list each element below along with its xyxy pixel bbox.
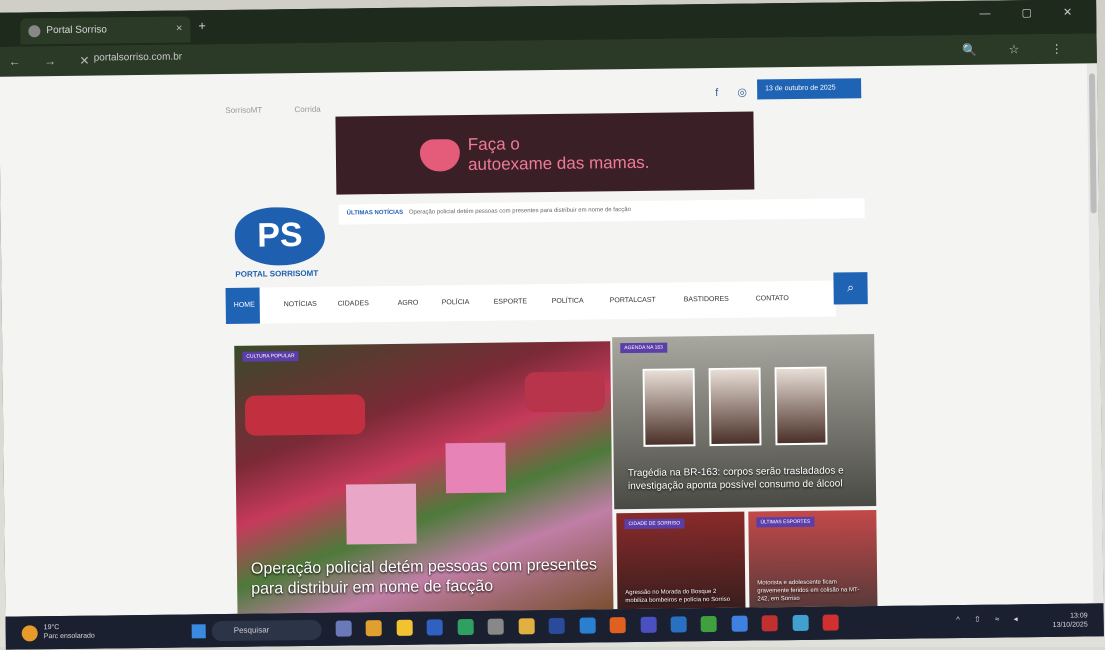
article-title[interactable]: Tragédia na BR-163: corpos serão traslad… xyxy=(628,464,868,493)
app-icon[interactable] xyxy=(640,616,657,633)
weather-widget[interactable]: 19°C Parc ensolarado xyxy=(21,623,95,642)
monitor-screen: Portal Sorriso × + — ▢ ✕ ← → ✕ portalsor… xyxy=(0,0,1104,650)
article-title[interactable]: Operação policial detém pessoas com pres… xyxy=(251,555,611,599)
app-icon[interactable] xyxy=(335,620,352,637)
date-badge: 13 de outubro de 2025 xyxy=(757,78,862,100)
search-icon: ⌕ xyxy=(847,280,855,295)
photo-shape xyxy=(524,371,606,413)
browser-tab[interactable]: Portal Sorriso × xyxy=(20,16,191,45)
app-icon[interactable] xyxy=(670,616,687,633)
ticker-label: ÚLTIMAS NOTÍCIAS xyxy=(346,209,404,217)
main-article-card[interactable]: CULTURA POPULAR Operação policial detém … xyxy=(234,341,614,614)
app-icon[interactable] xyxy=(426,619,444,636)
app-icon[interactable] xyxy=(609,617,626,634)
browser-actions[interactable]: 🔍 ☆ ⋮ xyxy=(962,42,1077,57)
article-card[interactable]: CIDADE DE SORRISO Agressão no Morada do … xyxy=(616,511,746,610)
menu-item-esporte[interactable]: ESPORTE xyxy=(494,284,528,320)
taskbar-search[interactable]: Pesquisar xyxy=(211,619,322,642)
menu-item-policia[interactable]: POLÍCIA xyxy=(442,285,470,321)
menu-item-contato[interactable]: CONTATO xyxy=(755,281,789,317)
photo-shape xyxy=(445,442,507,494)
app-icon[interactable] xyxy=(579,617,596,634)
article-tag[interactable]: AGENDA NA 163 xyxy=(620,342,667,354)
article-title[interactable]: Agressão no Morada do Bosque 2 mobiliza … xyxy=(625,588,737,605)
menu-item-bastidores[interactable]: BASTIDORES xyxy=(683,282,729,319)
ticker-text: Operação policial detém pessoas com pres… xyxy=(408,207,632,216)
weather-icon xyxy=(21,625,38,642)
taskbar-apps xyxy=(335,614,849,641)
clock-date: 13/10/2025 xyxy=(1052,621,1088,629)
portrait-photo xyxy=(774,366,828,446)
app-icon[interactable] xyxy=(731,615,748,632)
windows-start-icon[interactable] xyxy=(191,624,206,639)
app-icon[interactable] xyxy=(548,617,565,635)
logo-name: PORTAL SORRISOMT xyxy=(235,268,319,279)
menu-item-politica[interactable]: POLÍTICA xyxy=(552,284,584,320)
article-card[interactable]: ÚLTIMAS ESPORTES Motorista e adolescente… xyxy=(748,510,878,608)
date-text: 13 de outubro de 2025 xyxy=(765,84,836,93)
app-icon[interactable] xyxy=(396,619,413,636)
ribbon-icon xyxy=(419,139,461,172)
app-icon[interactable] xyxy=(761,615,779,632)
banner-text-line2: autoexame das mamas. xyxy=(467,152,650,175)
banner-text-line1: Faça o xyxy=(467,134,520,155)
app-icon[interactable] xyxy=(792,614,809,632)
url-field[interactable]: portalsorriso.com.br xyxy=(94,51,182,63)
article-tag[interactable]: CIDADE DE SORRISO xyxy=(624,518,685,530)
system-clock[interactable]: 13:09 13/10/2025 xyxy=(1053,611,1088,629)
search-placeholder: Pesquisar xyxy=(233,625,270,635)
app-icon[interactable] xyxy=(518,618,535,635)
article-title[interactable]: Motorista e adolescente ficam gravemente… xyxy=(757,578,869,603)
ad-banner[interactable]: Faça o autoexame das mamas. xyxy=(335,111,755,195)
app-icon[interactable] xyxy=(366,620,383,637)
window-controls[interactable]: — ▢ ✕ xyxy=(979,5,1086,19)
new-tab-button[interactable]: + xyxy=(198,18,206,33)
article-tag[interactable]: ÚLTIMAS ESPORTES xyxy=(756,516,815,528)
social-icons[interactable]: f ◎ xyxy=(715,85,755,98)
scrollbar-thumb[interactable] xyxy=(1088,73,1097,214)
top-link[interactable]: Corrida xyxy=(294,105,320,114)
menu-item-portalcast[interactable]: PORTALCAST xyxy=(610,283,656,320)
article-tag[interactable]: CULTURA POPULAR xyxy=(242,351,299,362)
portrait-photo xyxy=(708,367,762,447)
main-menu: HOME NOTÍCIAS CIDADES AGRO POLÍCIA ESPOR… xyxy=(225,280,836,324)
search-button[interactable]: ⌕ xyxy=(833,272,868,305)
menu-item-noticias[interactable]: NOTÍCIAS xyxy=(284,287,317,323)
site-logo[interactable]: PS PORTAL SORRISOMT xyxy=(231,206,332,284)
app-icon[interactable] xyxy=(457,618,474,636)
app-icon[interactable] xyxy=(487,618,505,635)
menu-item-agro[interactable]: AGRO xyxy=(398,286,419,322)
nav-buttons[interactable]: ← → ✕ xyxy=(9,53,100,68)
web-page: SorrisoMT Corrida f ◎ 13 de outubro de 2… xyxy=(0,63,1104,617)
logo-mark: PS xyxy=(234,206,326,266)
photo-shape xyxy=(244,394,366,436)
app-icon[interactable] xyxy=(822,614,840,631)
tab-title: Portal Sorriso xyxy=(46,24,108,37)
menu-item-home[interactable]: HOME xyxy=(225,287,260,324)
news-ticker[interactable]: ÚLTIMAS NOTÍCIAS Operação policial detém… xyxy=(338,198,865,225)
clock-time: 13:09 xyxy=(1070,612,1088,620)
article-card[interactable]: AGENDA NA 163 Tragédia na BR-163: corpos… xyxy=(612,334,877,510)
portrait-photo xyxy=(642,368,696,447)
photo-shape xyxy=(345,483,417,545)
app-icon[interactable] xyxy=(701,615,718,633)
top-link[interactable]: SorrisoMT xyxy=(225,106,262,115)
top-links: SorrisoMT Corrida xyxy=(225,104,350,115)
favicon-icon xyxy=(28,25,41,38)
menu-item-cidades[interactable]: CIDADES xyxy=(338,286,370,322)
weather-desc: Parc ensolarado xyxy=(43,632,95,641)
tray-icons[interactable]: ^ ⇧ ≈ ◂ xyxy=(956,614,1024,624)
tab-close-icon[interactable]: × xyxy=(176,22,183,34)
